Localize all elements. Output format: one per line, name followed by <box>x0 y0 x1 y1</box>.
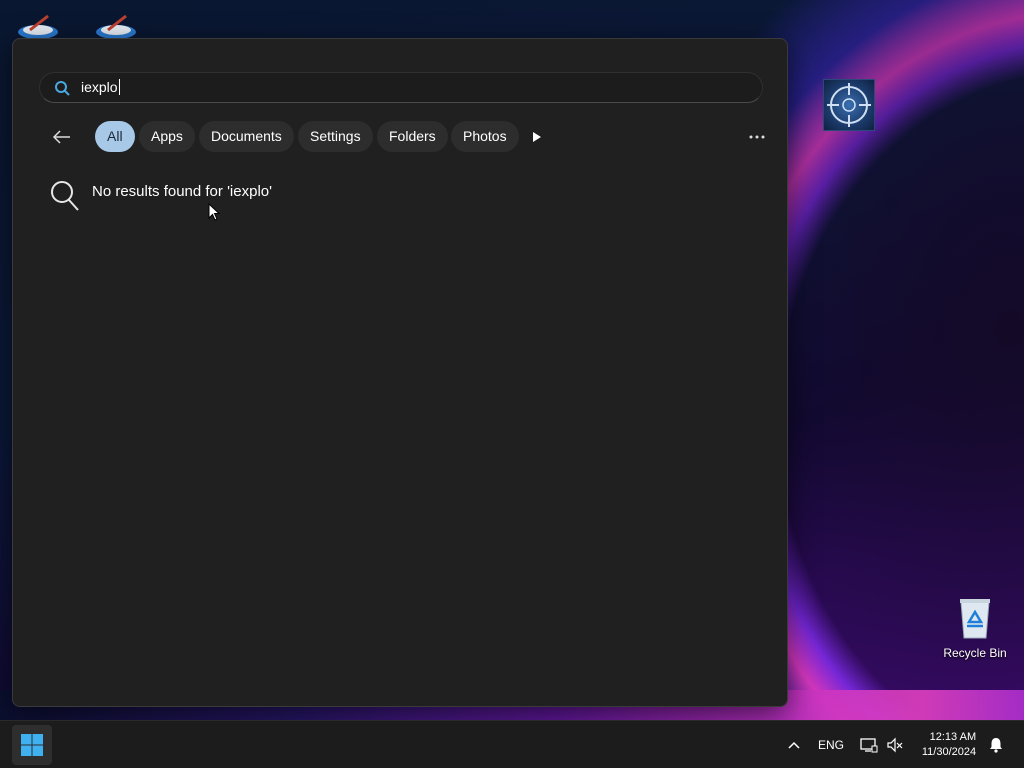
clock-date: 11/30/2024 <box>921 746 977 758</box>
filter-row: All Apps Documents Settings Folders Phot… <box>49 121 769 153</box>
search-icon <box>54 80 70 96</box>
start-search-panel: iexplo All Apps Documents Settings Folde… <box>12 38 788 707</box>
search-box[interactable]: iexplo <box>39 72 763 103</box>
bell-icon <box>990 738 1002 753</box>
arrow-left-icon <box>52 130 70 144</box>
recycle-bin-icon <box>957 596 993 640</box>
notifications-button[interactable] <box>986 721 1006 768</box>
volume-muted-icon[interactable] <box>884 721 906 768</box>
taskbar: ENG 12:13 AM 11/30/2024 <box>0 720 1024 768</box>
clock-time: 12:13 AM <box>929 731 977 743</box>
filter-all[interactable]: All <box>95 121 135 152</box>
target-app-icon[interactable] <box>823 79 875 131</box>
overflow-menu-button[interactable] <box>745 121 769 153</box>
filter-photos[interactable]: Photos <box>451 121 519 152</box>
search-icon <box>49 179 81 213</box>
no-results-message: No results found for 'iexplo' <box>92 183 272 200</box>
filter-folders[interactable]: Folders <box>377 121 448 152</box>
chevron-up-icon <box>788 741 800 749</box>
filter-apps[interactable]: Apps <box>139 121 195 152</box>
play-icon <box>533 132 541 142</box>
language-indicator[interactable]: ENG <box>814 721 848 768</box>
filter-settings[interactable]: Settings <box>298 121 373 152</box>
recycle-bin[interactable]: Recycle Bin <box>940 594 1010 664</box>
clock[interactable]: 12:13 AM 11/30/2024 <box>914 721 984 768</box>
language-label: ENG <box>817 738 844 752</box>
no-results: No results found for 'iexplo' <box>49 179 549 219</box>
desktop-icon-pen[interactable] <box>16 12 60 40</box>
start-button[interactable] <box>12 725 52 765</box>
windows-logo-icon <box>21 734 43 756</box>
desktop-icon-pen-2[interactable] <box>94 12 138 40</box>
filter-documents[interactable]: Documents <box>199 121 294 152</box>
mouse-cursor-icon <box>208 202 221 222</box>
network-icon[interactable] <box>858 721 880 768</box>
search-input[interactable]: iexplo <box>81 73 120 102</box>
back-button[interactable] <box>49 121 75 153</box>
more-icon <box>749 135 765 139</box>
recycle-bin-label: Recycle Bin <box>943 646 1007 660</box>
show-hidden-icons-button[interactable] <box>784 721 804 768</box>
more-filters-button[interactable] <box>527 121 547 153</box>
